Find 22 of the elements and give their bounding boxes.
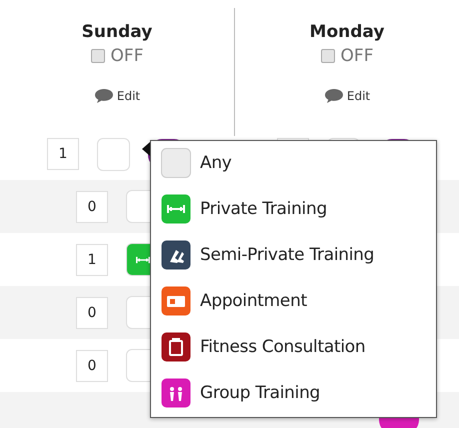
count-field[interactable]: 0: [76, 190, 108, 222]
type-menu-item[interactable]: Any: [161, 148, 426, 178]
off-checkbox[interactable]: [90, 49, 105, 63]
count-field[interactable]: 0: [76, 350, 108, 382]
day-name: Sunday: [82, 22, 152, 42]
off-label: OFF: [340, 46, 374, 66]
off-label: OFF: [110, 46, 144, 66]
type-menu-item[interactable]: Private Training: [161, 194, 426, 224]
edit-link[interactable]: Edit: [94, 88, 140, 104]
comment-icon: [324, 88, 344, 104]
comment-icon: [94, 88, 114, 104]
off-checkbox[interactable]: [320, 49, 335, 63]
type-menu-item[interactable]: Appointment: [161, 286, 426, 316]
type-menu-item[interactable]: Fitness Consultation: [161, 332, 426, 362]
menu-pointer: [142, 142, 150, 156]
count-field[interactable]: 1: [47, 138, 79, 170]
edit-link[interactable]: Edit: [324, 88, 370, 104]
type-menu-item[interactable]: Group Training: [161, 378, 426, 408]
count-field[interactable]: 1: [76, 244, 108, 276]
type-menu-item[interactable]: Semi-Private Training: [161, 240, 426, 270]
count-field[interactable]: 0: [76, 296, 108, 328]
day-name: Monday: [310, 22, 384, 42]
